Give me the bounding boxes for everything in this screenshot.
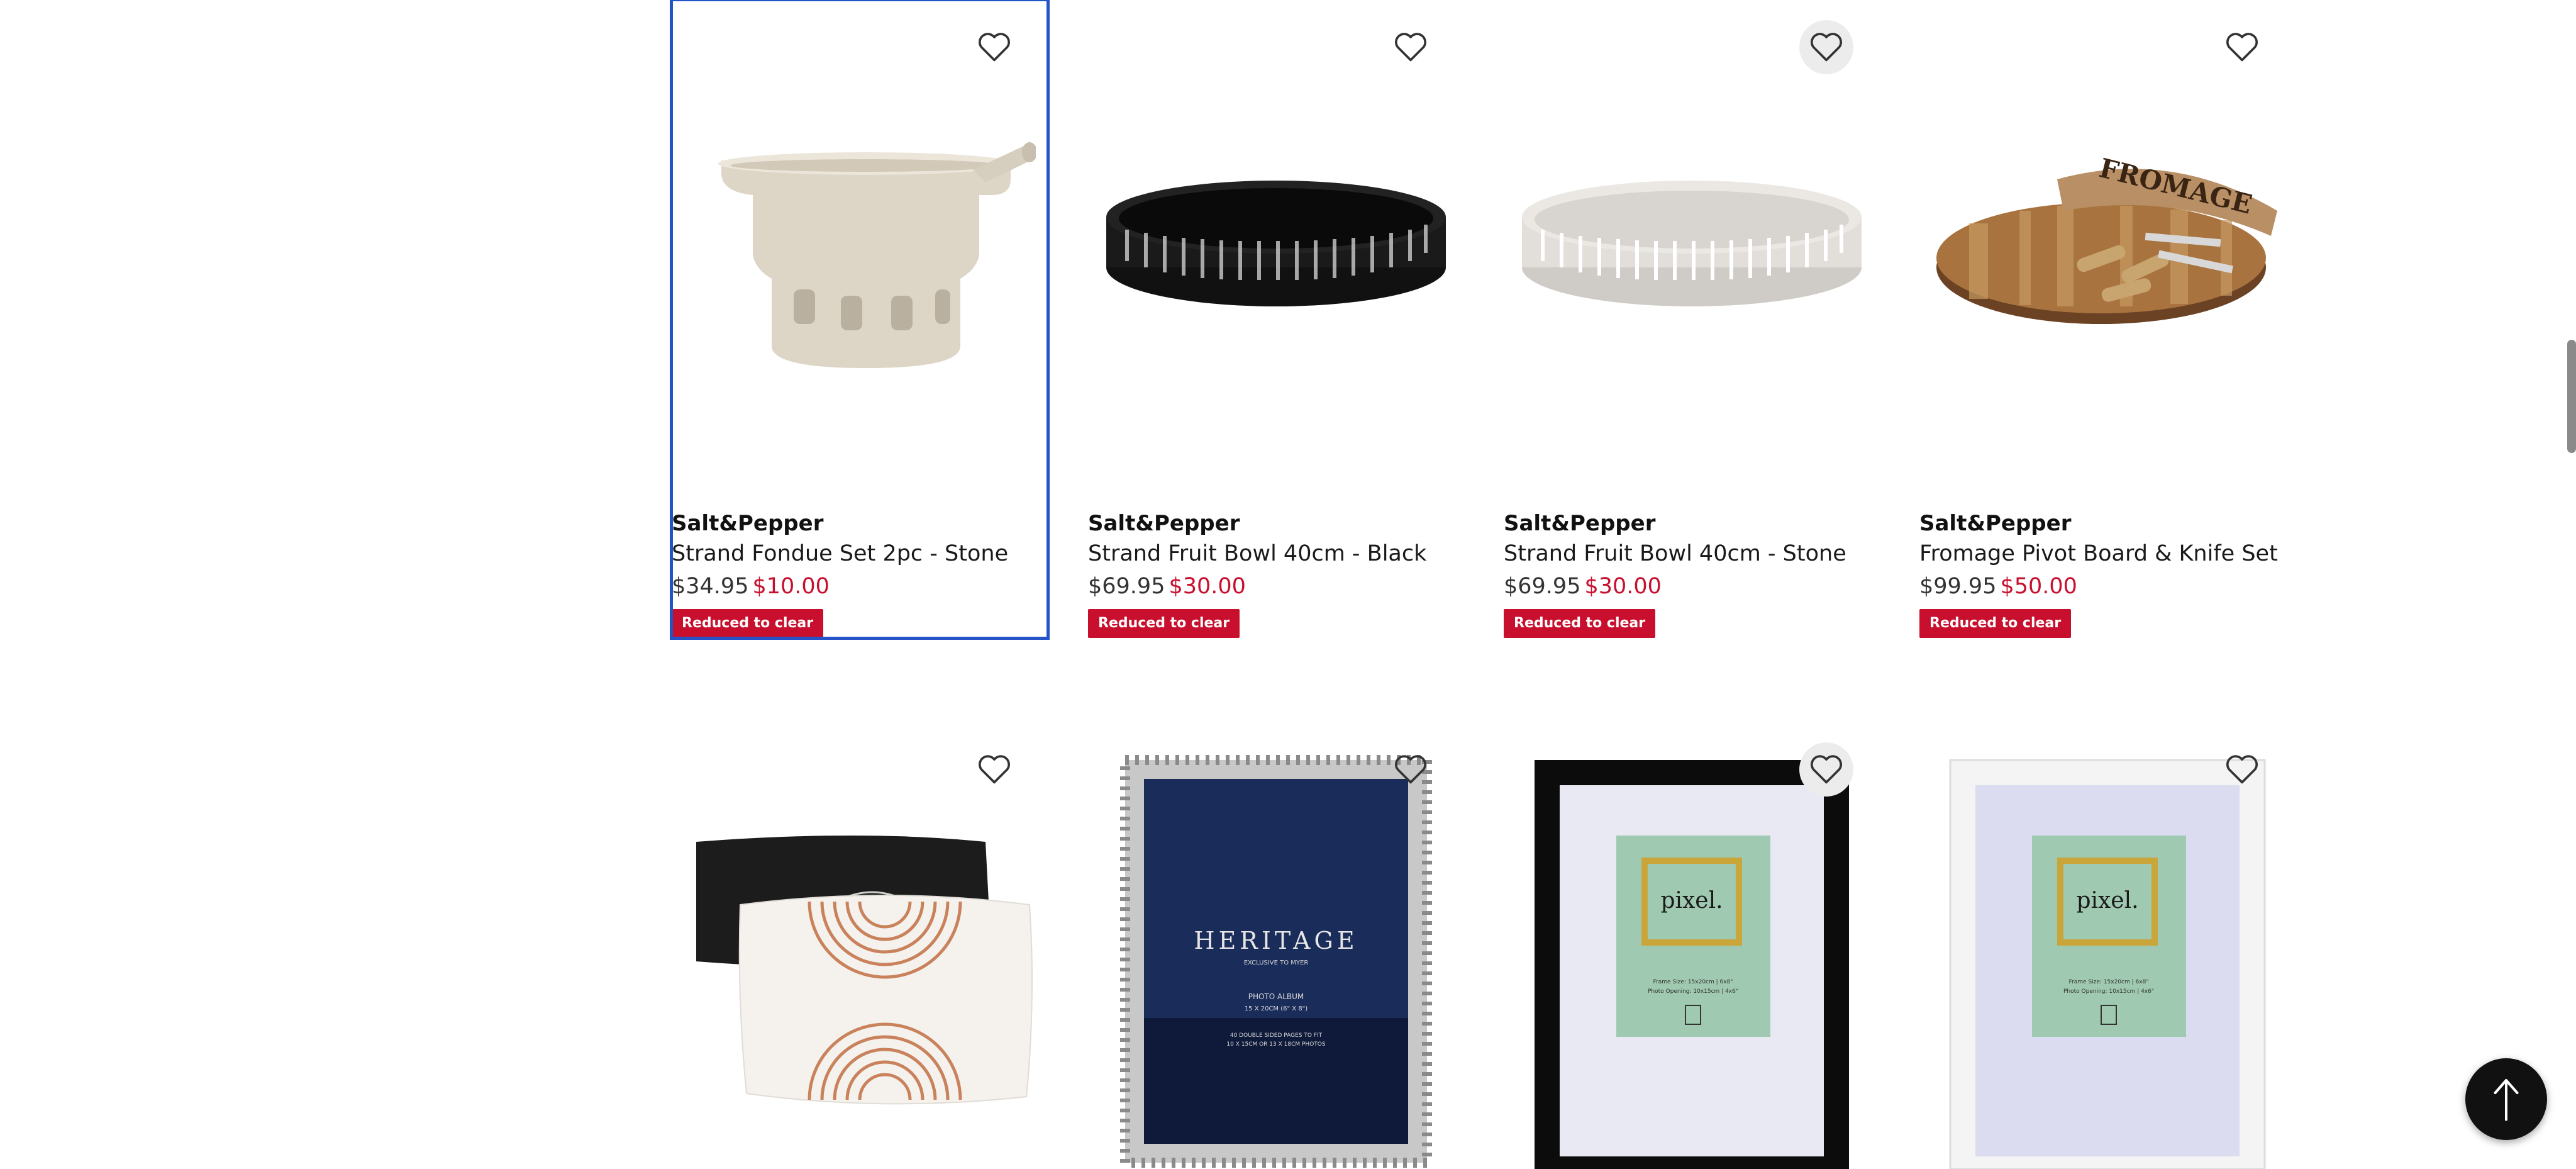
photo-album-image: HERITAGE EXCLUSIVE TO MYER PHOTO ALBUM 1… <box>1120 755 1432 1168</box>
product-image[interactable]: FROMAGE <box>1919 0 2296 497</box>
product-card[interactable]: pixel. Frame Size: 15x20cm | 6x8" Photo … <box>1919 722 2296 1169</box>
product-card[interactable]: pixel. Frame Size: 15x20cm | 6x8" Photo … <box>1504 722 1880 1169</box>
heart-outline-icon <box>979 33 1010 62</box>
original-price: $69.95 <box>1088 574 1165 599</box>
heart-outline-icon <box>1395 755 1426 784</box>
product-name[interactable]: Strand Fruit Bowl 40cm - Stone <box>1504 539 1880 569</box>
album-desc-1: 40 DOUBLE SIDED PAGES TO FIT <box>1230 1032 1323 1039</box>
product-price: $34.95 $10.00 <box>672 569 1048 604</box>
product-card[interactable] <box>672 722 1048 1169</box>
wishlist-button[interactable] <box>1799 20 1853 74</box>
frame-opening-text: Photo Opening: 10x15cm | 4x6" <box>1648 988 1738 995</box>
product-brand: Salt&Pepper <box>1919 511 2072 536</box>
wishlist-button[interactable] <box>1384 20 1438 74</box>
original-price: $34.95 <box>672 574 749 599</box>
wishlist-button[interactable] <box>967 742 1021 797</box>
sale-badge: Reduced to clear <box>1088 609 1240 638</box>
frame-size-text: Frame Size: 15x20cm | 6x8" <box>2069 979 2149 985</box>
wishlist-button[interactable] <box>967 20 1021 74</box>
heart-outline-icon <box>1811 755 1842 784</box>
album-title: HERITAGE <box>1194 927 1358 954</box>
product-card[interactable]: HERITAGE EXCLUSIVE TO MYER PHOTO ALBUM 1… <box>1088 722 1464 1169</box>
product-image[interactable]: HERITAGE EXCLUSIVE TO MYER PHOTO ALBUM 1… <box>1088 722 1464 1169</box>
fondue-set-image <box>718 142 1036 368</box>
product-brand: Salt&Pepper <box>1088 511 1240 536</box>
product-brand: Salt&Pepper <box>672 511 824 536</box>
sale-badge: Reduced to clear <box>672 609 824 638</box>
original-price: $99.95 <box>1919 574 1997 599</box>
sale-price: $30.00 <box>1169 574 1246 599</box>
cushion-image <box>696 836 1033 1105</box>
product-card[interactable]: FROMAGE Salt&Pepper Fromage Pivot Board … <box>1919 0 2296 638</box>
heart-outline-icon <box>2226 755 2258 784</box>
cheese-board-image: FROMAGE <box>1936 152 2277 324</box>
product-price: $69.95 $30.00 <box>1088 569 1464 604</box>
sale-price: $30.00 <box>1584 574 1662 599</box>
product-card[interactable]: Salt&Pepper Strand Fruit Bowl 40cm - Bla… <box>1088 0 1464 638</box>
sale-badge: Reduced to clear <box>1504 609 1656 638</box>
album-size: 15 X 20CM (6" X 8") <box>1245 1005 1307 1012</box>
back-to-top-button[interactable] <box>2465 1058 2547 1140</box>
album-desc-2: 10 X 15CM OR 13 X 18CM PHOTOS <box>1226 1041 1325 1048</box>
wishlist-button[interactable] <box>1799 742 1853 797</box>
product-brand: Salt&Pepper <box>1504 511 1656 536</box>
product-image[interactable] <box>1088 0 1464 497</box>
frame-opening-text: Photo Opening: 10x15cm | 4x6" <box>2063 988 2154 995</box>
sale-badge: Reduced to clear <box>1919 609 2072 638</box>
wishlist-button[interactable] <box>1384 742 1438 797</box>
product-name[interactable]: Strand Fondue Set 2pc - Stone <box>672 539 1048 569</box>
heart-outline-icon <box>979 755 1010 784</box>
product-price: $99.95 $50.00 <box>1919 569 2296 604</box>
album-label: PHOTO ALBUM <box>1248 992 1304 1001</box>
album-subtitle: EXCLUSIVE TO MYER <box>1244 959 1309 966</box>
product-price: $69.95 $30.00 <box>1504 569 1880 604</box>
stone-fruit-bowl-image <box>1522 181 1862 306</box>
product-card[interactable]: Salt&Pepper Strand Fruit Bowl 40cm - Sto… <box>1504 0 1880 638</box>
heart-outline-icon <box>1811 33 1842 62</box>
frame-brand: pixel. <box>2076 888 2138 914</box>
product-grid-page: Salt&Pepper Strand Fondue Set 2pc - Ston… <box>0 0 2576 1169</box>
product-name[interactable]: Strand Fruit Bowl 40cm - Black <box>1088 539 1464 569</box>
page-scrollbar-thumb[interactable] <box>2567 340 2576 453</box>
sale-price: $50.00 <box>2000 574 2077 599</box>
arrow-up-icon <box>2494 1079 2519 1121</box>
white-frame-image: pixel. Frame Size: 15x20cm | 6x8" Photo … <box>1949 759 2266 1169</box>
sale-price: $10.00 <box>752 574 830 599</box>
black-fruit-bowl-image <box>1106 181 1446 306</box>
product-name[interactable]: Fromage Pivot Board & Knife Set <box>1919 539 2296 569</box>
black-frame-image: pixel. Frame Size: 15x20cm | 6x8" Photo … <box>1535 760 1849 1169</box>
product-image[interactable] <box>1504 0 1880 497</box>
product-image[interactable]: pixel. Frame Size: 15x20cm | 6x8" Photo … <box>1504 722 1880 1169</box>
frame-brand: pixel. <box>1660 888 1723 914</box>
product-image[interactable] <box>672 722 1048 1169</box>
product-card[interactable]: Salt&Pepper Strand Fondue Set 2pc - Ston… <box>670 0 1050 640</box>
product-image[interactable]: pixel. Frame Size: 15x20cm | 6x8" Photo … <box>1919 722 2296 1169</box>
heart-outline-icon <box>1395 33 1426 62</box>
original-price: $69.95 <box>1504 574 1581 599</box>
frame-size-text: Frame Size: 15x20cm | 6x8" <box>1653 979 1733 985</box>
wishlist-button[interactable] <box>2215 20 2269 74</box>
wishlist-button[interactable] <box>2215 742 2269 797</box>
heart-outline-icon <box>2226 33 2258 62</box>
product-image[interactable] <box>672 0 1048 497</box>
